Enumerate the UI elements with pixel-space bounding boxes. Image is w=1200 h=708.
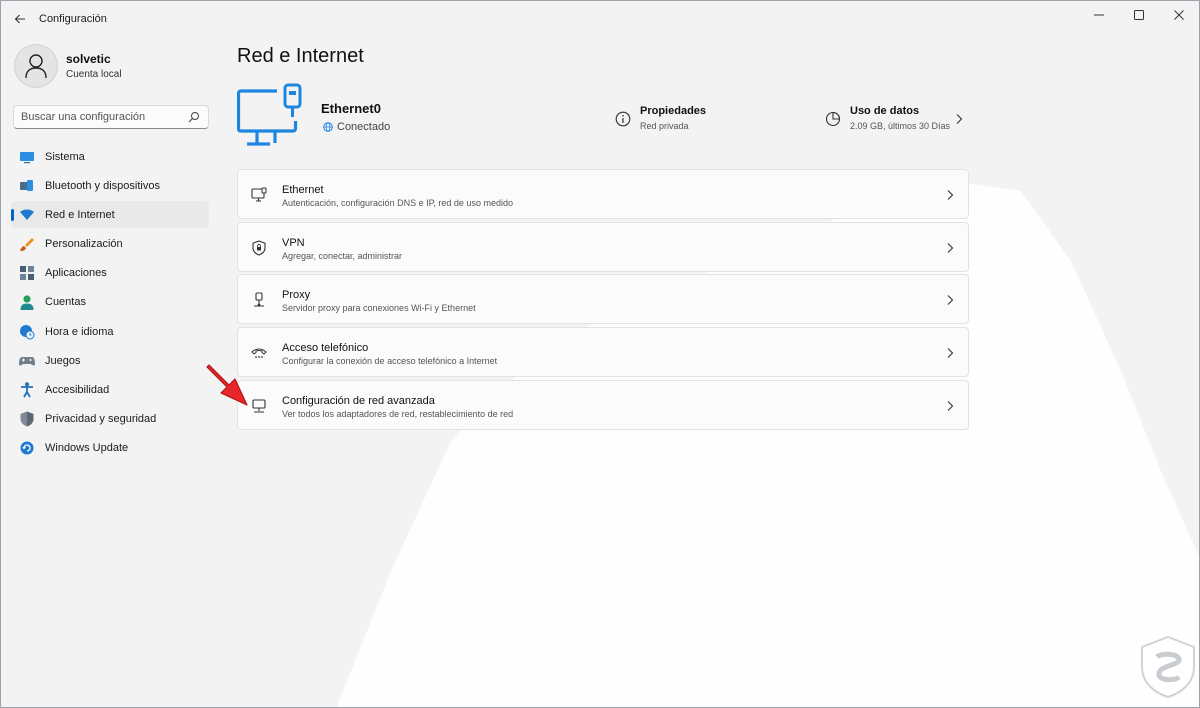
sidebar-item-red-internet[interactable]: Red e Internet (11, 201, 209, 229)
chevron-right-icon (947, 400, 954, 411)
sidebar-item-label: Bluetooth y dispositivos (45, 179, 160, 192)
sidebar-item-label: Red e Internet (45, 208, 115, 221)
dialup-icon (251, 348, 267, 358)
profile-account-type: Cuenta local (66, 69, 122, 80)
sidebar-item-hora-idioma[interactable]: Hora e idioma (11, 318, 209, 345)
settings-card-list: Ethernet Autenticación, configuración DN… (237, 169, 969, 432)
sidebar-nav: Sistema Bluetooth y dispositivos Red e I… (11, 143, 209, 464)
pie-chart-icon (825, 111, 841, 127)
properties-link[interactable]: Propiedades Red privada (615, 105, 706, 131)
red-arrow-annotation (206, 364, 248, 406)
info-icon (615, 111, 631, 127)
data-usage-subtitle: 2.09 GB, últimos 30 Días (850, 121, 951, 131)
adapter-name: Ethernet0 (321, 101, 381, 116)
sidebar-item-privacidad[interactable]: Privacidad y seguridad (11, 406, 209, 433)
user-profile[interactable]: solvetic Cuenta local (14, 44, 122, 88)
proxy-icon (254, 292, 264, 307)
ethernet-icon (251, 187, 267, 202)
corner-logo (1141, 635, 1195, 699)
card-subtitle: Ver todos los adaptadores de red, restab… (282, 408, 514, 419)
avatar (14, 44, 58, 88)
sidebar-item-label: Hora e idioma (45, 325, 114, 338)
chevron-right-icon (947, 295, 954, 306)
bluetooth-icon (19, 178, 35, 194)
person-icon (19, 294, 35, 310)
window-controls (1079, 1, 1199, 29)
sidebar-item-personalizacion[interactable]: Personalización (11, 231, 209, 258)
properties-title: Propiedades (640, 105, 707, 117)
gamepad-icon (19, 353, 35, 369)
sidebar-item-label: Aplicaciones (45, 267, 107, 280)
sidebar-item-bluetooth[interactable]: Bluetooth y dispositivos (11, 172, 209, 199)
wifi-icon (19, 207, 35, 223)
properties-subtitle: Red privada (640, 121, 689, 131)
sidebar-item-sistema[interactable]: Sistema (11, 143, 209, 170)
card-vpn[interactable]: VPN Agregar, conectar, administrar (237, 221, 969, 272)
card-title: Acceso telefónico (282, 342, 369, 355)
brush-icon (19, 236, 35, 252)
minimize-icon (1094, 14, 1104, 16)
sidebar-item-juegos[interactable]: Juegos (11, 347, 209, 374)
sidebar-item-label: Privacidad y seguridad (45, 413, 157, 426)
window-title: Configuración (39, 13, 107, 25)
sidebar-item-label: Accesibilidad (45, 384, 110, 396)
page-title: Red e Internet (237, 45, 364, 67)
data-usage-link[interactable]: Uso de datos 2.09 GB, últimos 30 Días (825, 105, 950, 131)
sidebar-item-label: Juegos (45, 354, 81, 367)
card-ethernet[interactable]: Ethernet Autenticación, configuración DN… (237, 169, 969, 219)
network-status-header: Ethernet0 Conectado Propiedades Red priv… (237, 83, 969, 153)
card-subtitle: Servidor proxy para conexiones Wi-Fi y E… (282, 303, 476, 314)
close-button[interactable] (1159, 1, 1199, 29)
shield-icon (19, 411, 35, 427)
sidebar-item-label: Windows Update (45, 442, 129, 455)
search-input[interactable] (21, 111, 191, 123)
minimize-button[interactable] (1079, 1, 1119, 29)
sidebar-item-windows-update[interactable]: Windows Update (11, 435, 209, 462)
apps-icon (19, 265, 35, 281)
sidebar-item-cuentas[interactable]: Cuentas (11, 289, 209, 316)
sidebar-item-label: Cuentas (45, 296, 86, 309)
sidebar-item-aplicaciones[interactable]: Aplicaciones (11, 260, 209, 287)
card-subtitle: Agregar, conectar, administrar (282, 250, 403, 261)
card-configuracion-red-avanzada[interactable]: Configuración de red avanzada Ver todos … (237, 379, 969, 430)
search-box[interactable] (13, 105, 209, 129)
vpn-shield-icon (252, 240, 266, 256)
sidebar: solvetic Cuenta local Sistema (1, 37, 221, 707)
ethernet-monitor-icon (237, 83, 302, 146)
maximize-button[interactable] (1119, 1, 1159, 29)
profile-name: solvetic (66, 52, 111, 66)
card-proxy[interactable]: Proxy Servidor proxy para conexiones Wi-… (237, 274, 969, 325)
arrow-left-icon (14, 14, 25, 24)
title-bar: Configuración (1, 1, 1199, 37)
accessibility-icon (19, 382, 35, 398)
card-subtitle: Configurar la conexión de acceso telefón… (282, 356, 498, 367)
globe-icon (323, 122, 333, 132)
back-button[interactable] (3, 1, 37, 37)
chevron-right-icon (947, 190, 954, 200)
network-adapter-icon (252, 399, 266, 413)
chevron-right-icon (947, 348, 954, 358)
data-usage-title: Uso de datos (850, 105, 920, 117)
connection-status: Conectado (323, 121, 390, 133)
close-icon (1174, 10, 1184, 20)
update-icon (19, 440, 35, 456)
card-subtitle: Autenticación, configuración DNS e IP, r… (282, 198, 513, 208)
settings-window: Configuración solvetic Cuenta local Busc… (0, 0, 1200, 708)
sidebar-item-label: Personalización (45, 238, 123, 251)
card-title: VPN (282, 236, 305, 249)
maximize-icon (1134, 10, 1144, 20)
card-title: Ethernet (282, 184, 324, 196)
card-acceso-telefonico[interactable]: Acceso telefónico Configurar la conexión… (237, 327, 969, 378)
sidebar-item-label: Sistema (45, 150, 85, 163)
person-avatar-icon (25, 54, 47, 79)
system-icon (19, 149, 35, 165)
status-text: Conectado (337, 121, 391, 133)
chevron-right-icon (947, 242, 954, 253)
sidebar-item-accesibilidad[interactable]: Accesibilidad (11, 377, 209, 404)
search-icon (188, 112, 199, 123)
card-title: Proxy (282, 289, 311, 302)
globe-clock-icon (19, 324, 35, 340)
card-title: Configuración de red avanzada (282, 394, 435, 407)
chevron-right-icon (956, 114, 963, 124)
